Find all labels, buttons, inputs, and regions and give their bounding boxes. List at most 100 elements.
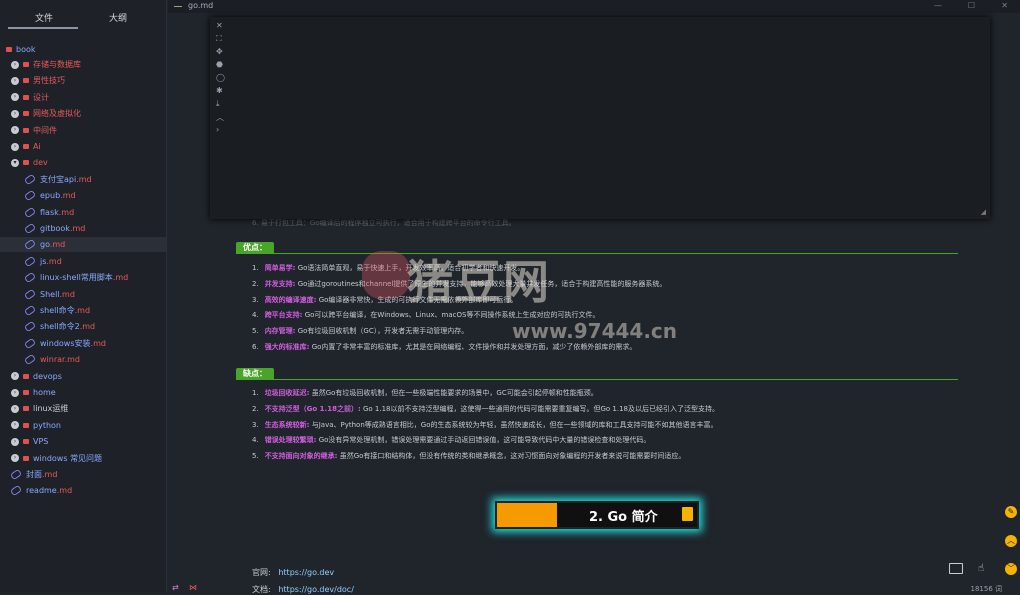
expand-right-icon[interactable]: › [216,125,219,134]
settings-hex-icon[interactable]: ⬣ [216,60,223,69]
tree-folder[interactable]: › linux运维 [11,401,68,416]
download-icon[interactable]: ⤓ [216,99,220,109]
tree-file[interactable]: windows安装.md [23,336,106,351]
expand-arrow-icon[interactable]: › [11,76,19,85]
list-keyword: 垃圾回收延迟: [264,389,310,397]
collapse-up-icon[interactable]: ︿ [216,112,224,123]
watermark-url: www.97444.cn [512,319,678,343]
folder-icon [23,373,29,379]
fullscreen-icon[interactable]: ⛶ [216,34,222,44]
tree-folder[interactable]: › 设计 [11,90,49,105]
tree-folder[interactable]: › 中间件 [11,123,57,138]
tree-file[interactable]: flask.md [23,205,74,220]
scroll-down-icon[interactable]: ﹀ [1005,563,1017,575]
expand-arrow-icon[interactable]: › [11,372,19,381]
file-name: linux-shell常用脚本 [40,273,113,283]
list-number: 4. [252,436,259,445]
expand-arrow-icon[interactable]: ▾ [11,158,19,167]
active-tab-indicator [8,27,78,29]
expand-arrow-icon[interactable]: › [11,93,19,102]
file-name: windows安装 [40,338,91,348]
expand-arrow-icon[interactable]: › [11,454,19,463]
list-number: 2. [252,279,259,288]
tree-folder[interactable]: › windows 常见问题 [11,451,102,466]
tree-folder-label: dev [33,158,48,168]
tree-folder[interactable]: › home [11,385,56,400]
tree-file[interactable]: winrar.md [23,352,81,367]
tree-file[interactable]: Shell.md [23,287,75,302]
tree-folder[interactable]: › VPS [11,434,48,449]
expand-arrow-icon[interactable]: › [11,60,19,69]
circle-icon[interactable]: ◯ [216,73,225,82]
tree-folder[interactable]: › 男性技巧 [11,73,65,88]
expand-arrow-icon[interactable]: › [11,388,19,397]
sync-icon[interactable]: ⇄ [172,583,179,592]
tree-folder[interactable]: › python [11,418,61,433]
list-keyword: 高效的编译速度: [264,295,317,304]
tree-folder-label: 网络及虚拟化 [33,109,81,119]
tree-folder[interactable]: › 存储与数据库 [11,57,81,72]
move-icon[interactable]: ✥ [216,47,223,56]
tree-root-label: book [16,45,36,54]
expand-arrow-icon[interactable]: › [11,109,19,118]
tree-file[interactable]: 封面.md [9,467,58,482]
file-ext: .md [42,470,58,479]
list-text: Go没有异常处理机制，错误处理需要通过手动返回错误值，这可能导致代码中大量的错误… [316,436,651,445]
maximize-button[interactable]: ☐ [968,1,975,10]
folder-icon [6,47,12,52]
scroll-up-icon[interactable]: ︿ [1005,535,1017,547]
close-button[interactable]: ✕ [1001,1,1008,10]
tree-file-label: readme.md [26,486,72,495]
list-text: Go可以跨平台编译，在Windows、Linux、macOS等不同操作系统上生成… [302,311,600,320]
bookmark-pin-icon[interactable]: ✎ [1005,506,1017,518]
tree-file[interactable]: 支付宝api.md [23,172,92,187]
tab-files[interactable]: 文件 [35,11,53,24]
official-site-link[interactable]: https://go.dev [278,568,334,577]
expand-arrow-icon[interactable]: › [11,126,19,135]
list-text: 虽然Go有接口和结构体，但没有传统的类和继承概念，这对习惯面向对象编程的开发者来… [337,452,686,461]
tree-file[interactable]: go.md [0,237,166,253]
tree-folder[interactable]: › devops [11,369,62,384]
tree-file-label: flask.md [40,208,74,217]
tree-file[interactable]: shell命令2.md [23,319,95,334]
official-site-line: 官网: https://go.dev [252,567,334,578]
expand-arrow-icon[interactable]: › [11,437,19,446]
close-icon[interactable]: ✕ [216,21,223,30]
list-keyword: 不支持泛型（Go 1.18之前）: [264,404,361,413]
tree-folder-label: home [33,388,56,397]
list-item: 4. 错误处理较繁琐: Go没有异常处理机制，错误处理需要通过手动返回错误值，这可… [252,435,650,445]
tree-file[interactable]: shell命令.md [23,303,90,318]
docs-link[interactable]: https://go.dev/doc/ [278,585,354,594]
expand-arrow-icon[interactable]: › [11,404,19,413]
file-ext: .md [64,355,81,365]
tree-folder[interactable]: › Ai [11,139,41,154]
list-item: 1. 简单易学: Go语法简单直观，易于快速上手，开发效率高，适合初学者和快速开发… [252,263,524,273]
tree-file[interactable]: linux-shell常用脚本.md [23,270,129,285]
expand-arrow-icon[interactable]: › [11,421,19,430]
minimize-button[interactable]: — [934,1,942,10]
tree-file[interactable]: epub.md [23,188,76,203]
folder-icon [23,127,29,133]
list-item: 1. 垃圾回收延迟: 虽然Go有垃圾回收机制，但在一些极端性能要求的场景中，GC可… [252,388,598,398]
tree-file[interactable]: gitbook.md [23,221,86,236]
banner-accent [497,503,557,527]
file-ext: .md [69,224,86,233]
file-ext: .md [112,273,129,283]
tree-folder[interactable]: › 网络及虚拟化 [11,106,81,121]
file-ext: .md [60,191,76,201]
folder-icon [23,406,29,412]
tab-outline[interactable]: 大纲 [109,11,127,24]
image-icon[interactable] [949,563,963,574]
expand-arrow-icon[interactable]: › [11,142,19,151]
gear-icon[interactable]: ✱ [216,86,223,95]
list-item: 4. 跨平台支持: Go可以跨平台编译，在Windows、Linux、macOS等… [252,310,599,320]
tree-file[interactable]: readme.md [9,483,72,498]
resize-handle-icon[interactable]: ◢ [981,208,986,216]
tree-root[interactable]: book [6,42,36,57]
list-keyword: 内存管理: [264,327,296,336]
tree-file[interactable]: js.md [23,254,62,269]
list-item: 5. 不支持面向对象的继承: 虽然Go有接口和结构体，但没有传统的类和继承概念，这… [252,451,685,461]
share-icon[interactable]: ⋈ [189,583,197,592]
watermark-logo [362,251,410,299]
tree-folder[interactable]: ▾ dev [11,155,48,170]
